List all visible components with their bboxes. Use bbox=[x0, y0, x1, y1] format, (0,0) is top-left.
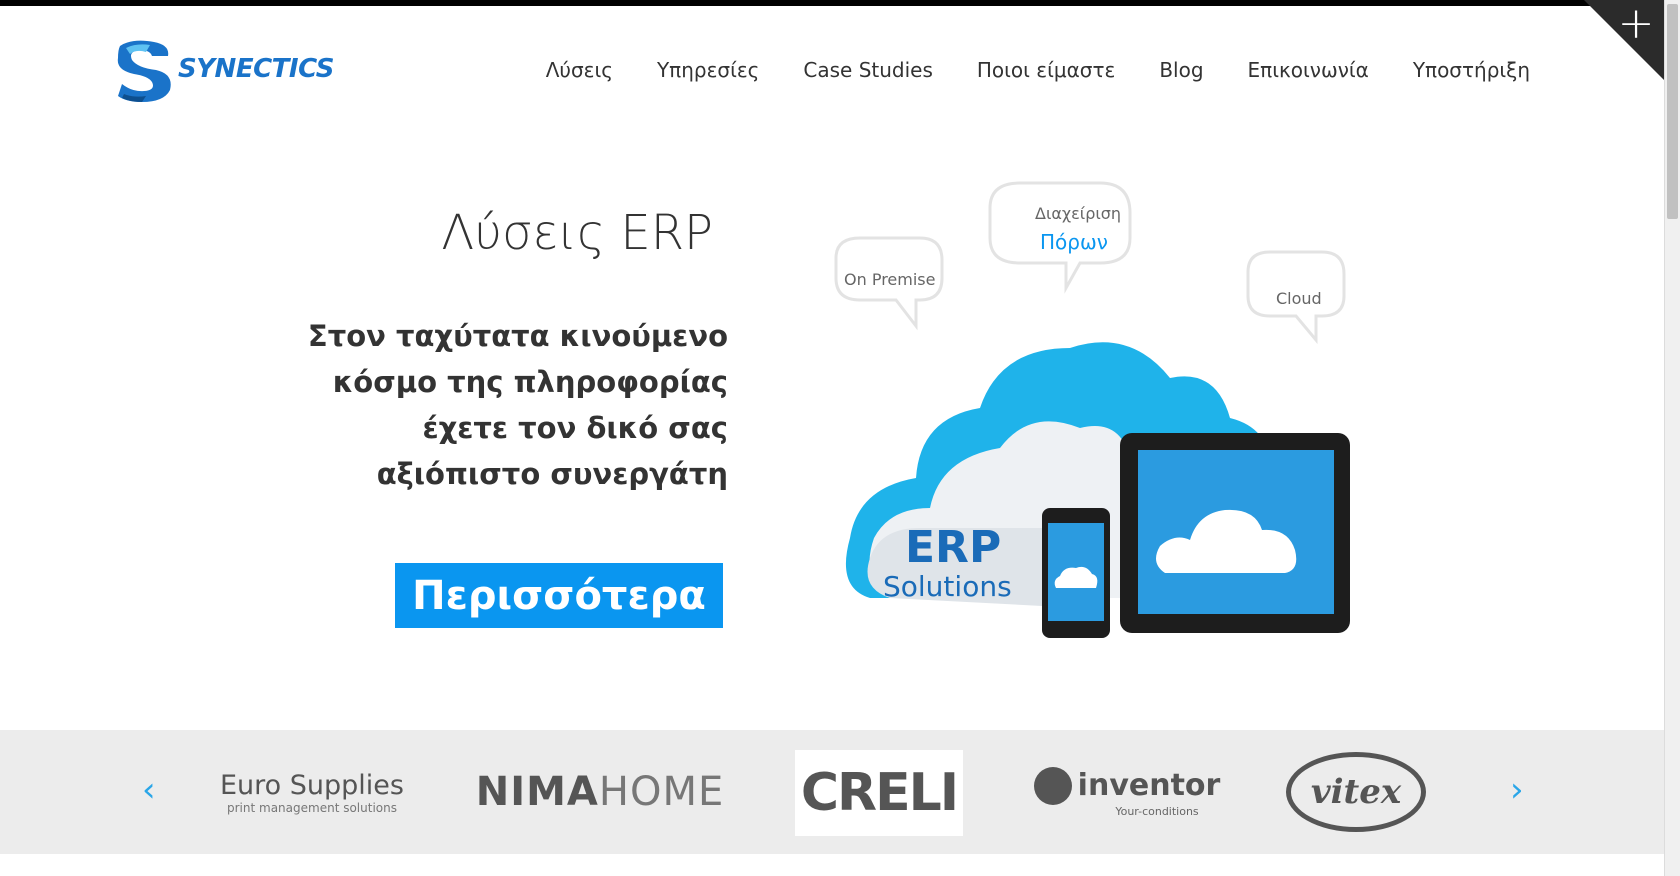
euro-supplies-tagline: print management solutions bbox=[227, 800, 397, 815]
erp-cloud-illustration bbox=[834, 181, 1350, 638]
bubble-on-premise-label: On Premise bbox=[844, 270, 936, 289]
more-button[interactable]: Περισσότερα bbox=[395, 563, 723, 628]
bubble-resources-label: Πόρων bbox=[1040, 230, 1108, 254]
hero-illustration: Διαχείριση Πόρων On Premise Cloud ERP So… bbox=[830, 178, 1390, 688]
page: SYNECTICS Λύσεις Υπηρεσίες Case Studies … bbox=[0, 0, 1680, 876]
client-logo-vitex[interactable]: vitex bbox=[1285, 752, 1427, 832]
top-bar bbox=[0, 0, 1680, 6]
inventor-wordmark: inventor bbox=[1033, 766, 1221, 805]
nimahome-bold-text: NIMA bbox=[475, 769, 599, 815]
logo-text: SYNECTICS bbox=[178, 54, 334, 84]
hero-subtitle-line: έχετε τον δικό σας bbox=[422, 411, 728, 445]
euro-supplies-text: Euro Supplies bbox=[220, 769, 404, 801]
creli-text: CRELI bbox=[800, 763, 959, 823]
chevron-left-icon[interactable]: ‹ bbox=[142, 770, 156, 810]
nav-item-services[interactable]: Υπηρεσίες bbox=[657, 58, 759, 82]
hero-title: Λύσεις ERP bbox=[441, 205, 713, 261]
hero-subtitle-line: αξιόπιστο συνεργάτη bbox=[376, 457, 728, 491]
client-logo-inventor[interactable]: inventor Your-conditions bbox=[1022, 752, 1232, 832]
synectics-logo[interactable]: SYNECTICS bbox=[112, 36, 334, 106]
bubble-cloud-label: Cloud bbox=[1276, 289, 1322, 308]
nav-item-support[interactable]: Υποστήριξη bbox=[1413, 58, 1530, 82]
nav-item-case-studies[interactable]: Case Studies bbox=[803, 58, 933, 82]
main-nav: Λύσεις Υπηρεσίες Case Studies Ποιοι είμα… bbox=[546, 58, 1530, 82]
nav-item-blog[interactable]: Blog bbox=[1159, 58, 1203, 82]
nav-item-solutions[interactable]: Λύσεις bbox=[546, 58, 613, 82]
hero-title-part1: Λύσεις bbox=[441, 205, 606, 261]
bubble-management-label: Διαχείριση bbox=[1035, 204, 1122, 223]
inventor-tagline: Your-conditions bbox=[1115, 804, 1199, 818]
scrollbar[interactable] bbox=[1664, 0, 1680, 876]
hero-subtitle-line: κόσμο της πληροφορίας bbox=[332, 365, 728, 399]
hero-title-part2: ERP bbox=[620, 205, 713, 261]
image-solutions-label: Solutions bbox=[883, 570, 1012, 603]
vitex-text: vitex bbox=[1286, 752, 1426, 832]
image-erp-label: ERP bbox=[905, 522, 1002, 573]
hero-subtitle-line: Στον ταχύτατα κινούμενο bbox=[307, 319, 728, 353]
nimahome-light-text: HOME bbox=[598, 769, 725, 815]
hero-subtitle: Στον ταχύτατα κινούμενο κόσμο της πληροφ… bbox=[208, 313, 728, 497]
clients-carousel: ‹ › Euro Supplies print management solut… bbox=[0, 730, 1664, 854]
client-logo-nimahome[interactable]: NIMA HOME bbox=[460, 752, 740, 832]
nav-item-about[interactable]: Ποιοι είμαστε bbox=[977, 58, 1115, 82]
scrollbar-thumb[interactable] bbox=[1667, 4, 1678, 219]
chevron-right-icon[interactable]: › bbox=[1510, 770, 1524, 810]
client-logo-creli[interactable]: CRELI bbox=[795, 750, 963, 836]
plus-icon[interactable]: + bbox=[1616, 2, 1656, 46]
client-logo-euro-supplies[interactable]: Euro Supplies print management solutions bbox=[212, 752, 412, 832]
logo-mark-icon bbox=[117, 40, 171, 102]
inventor-text: inventor bbox=[1077, 768, 1221, 803]
inventor-mark-icon bbox=[1033, 766, 1072, 805]
nav-item-contact[interactable]: Επικοινωνία bbox=[1248, 58, 1369, 82]
